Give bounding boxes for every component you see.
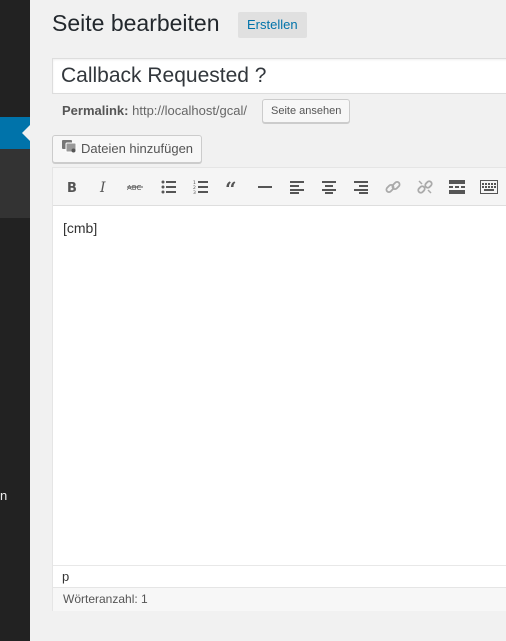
align-left-icon[interactable] — [286, 176, 308, 198]
content-editor: B I ABC 1 2 3 “ [cmb] p Wörteranzahl: 1 — [52, 167, 506, 611]
permalink-url[interactable]: http://localhost/gcal/ — [132, 103, 247, 118]
bold-icon[interactable]: B — [61, 176, 83, 198]
read-more-icon[interactable] — [446, 176, 468, 198]
editor-content[interactable]: [cmb] — [63, 220, 97, 236]
add-media-button[interactable]: Dateien hinzufügen — [52, 135, 203, 163]
element-path[interactable]: p — [53, 565, 506, 587]
page-title: Seite bearbeiten — [52, 10, 220, 36]
svg-text:ABC: ABC — [127, 184, 141, 192]
numbered-list-icon[interactable]: 1 2 3 — [190, 176, 212, 198]
remove-link-icon[interactable] — [414, 176, 436, 198]
permalink: Permalink: http://localhost/gcal/ — [62, 101, 247, 121]
editor-toolbar: B I ABC 1 2 3 “ — [53, 168, 506, 206]
word-count: Wörteranzahl: 1 — [53, 587, 506, 611]
svg-text:I: I — [99, 180, 106, 194]
horizontal-line-icon[interactable] — [254, 176, 276, 198]
blockquote-icon[interactable]: “ — [222, 176, 244, 198]
strikethrough-icon[interactable]: ABC — [125, 176, 147, 198]
align-center-icon[interactable] — [318, 176, 340, 198]
bulleted-list-icon[interactable] — [158, 176, 180, 198]
add-media-label: Dateien hinzufügen — [81, 141, 194, 156]
title-input[interactable] — [52, 58, 506, 94]
italic-icon[interactable]: I — [93, 176, 115, 198]
svg-text:“: “ — [225, 180, 237, 194]
add-new-button[interactable]: Erstellen — [238, 12, 307, 38]
svg-text:B: B — [67, 181, 77, 194]
sidebar-submenu[interactable] — [0, 149, 30, 218]
align-right-icon[interactable] — [350, 176, 372, 198]
permalink-label: Permalink: — [62, 103, 129, 118]
media-icon — [61, 137, 77, 163]
active-pointer — [22, 125, 30, 141]
svg-text:3: 3 — [193, 190, 196, 194]
admin-sidebar: n — [0, 0, 30, 641]
toolbar-toggle-icon[interactable] — [478, 176, 500, 198]
sidebar-item-label[interactable]: n — [0, 488, 7, 503]
insert-link-icon[interactable] — [382, 176, 404, 198]
view-page-button[interactable]: Seite ansehen — [262, 99, 351, 123]
